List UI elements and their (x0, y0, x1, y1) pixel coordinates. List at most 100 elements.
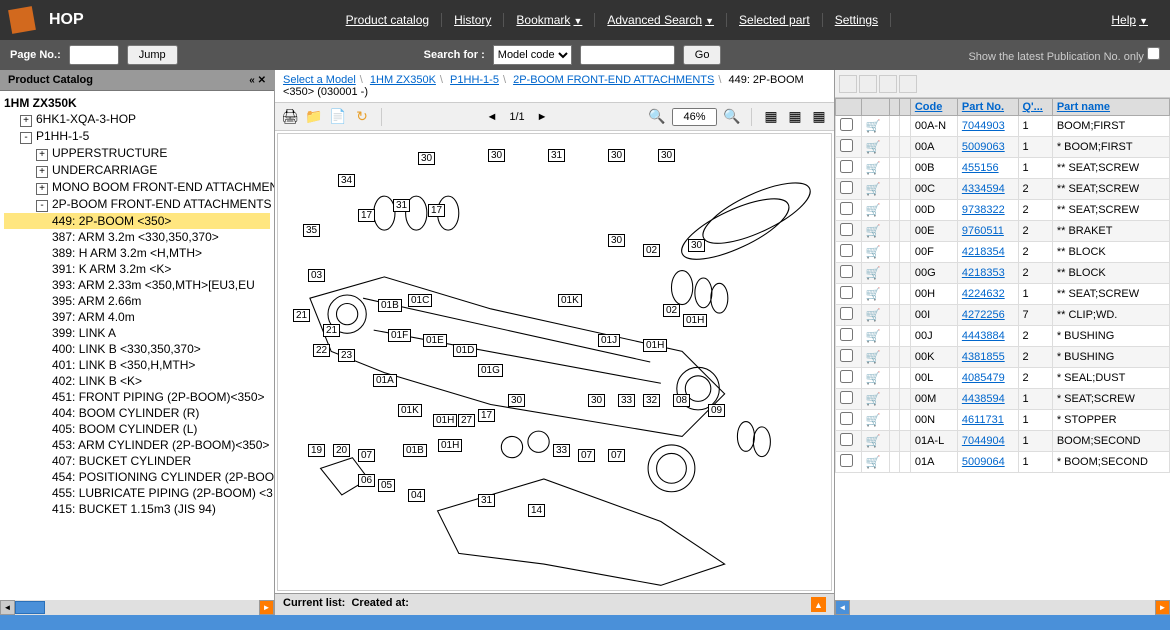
publication-filter-checkbox[interactable] (1147, 47, 1160, 60)
cart-icon[interactable]: 🛒 (866, 161, 881, 175)
row-checkbox[interactable] (840, 139, 853, 152)
view-icon-2[interactable]: ▦ (786, 108, 804, 126)
diagram-callout[interactable]: 27 (458, 414, 475, 427)
tree-toggle-icon[interactable]: + (36, 166, 48, 178)
cart-icon[interactable]: 🛒 (866, 392, 881, 406)
row-checkbox[interactable] (840, 391, 853, 404)
scroll-right-icon[interactable]: ► (1155, 600, 1170, 615)
diagram-callout[interactable]: 07 (578, 449, 595, 462)
cart-icon[interactable]: 🛒 (866, 182, 881, 196)
diagram-callout[interactable]: 31 (478, 494, 495, 507)
diagram-callout[interactable]: 17 (358, 209, 375, 222)
tree-node[interactable]: 407: BUCKET CYLINDER (4, 453, 270, 469)
row-checkbox[interactable] (840, 349, 853, 362)
part-no-link[interactable]: 4218354 (962, 246, 1005, 258)
row-checkbox[interactable] (840, 244, 853, 257)
diagram-callout[interactable]: 30 (688, 239, 705, 252)
tool-icon-4[interactable] (899, 75, 917, 93)
bc-group[interactable]: 2P-BOOM FRONT-END ATTACHMENTS (513, 74, 714, 86)
part-no-link[interactable]: 4443884 (962, 330, 1005, 342)
copy-icon[interactable]: 📄 (329, 108, 347, 126)
row-checkbox[interactable] (840, 412, 853, 425)
part-no-link[interactable]: 4611731 (962, 414, 1004, 426)
diagram-callout[interactable]: 07 (358, 449, 375, 462)
tool-icon-2[interactable] (859, 75, 877, 93)
print-icon[interactable]: 🖨 (281, 108, 299, 126)
cart-icon[interactable]: 🛒 (866, 224, 881, 238)
col-header[interactable]: Part No. (957, 99, 1018, 116)
cart-icon[interactable]: 🛒 (866, 350, 881, 364)
tree-root[interactable]: 1HM ZX350K (4, 95, 270, 111)
table-row[interactable]: 🛒00A50090631* BOOM;FIRST (836, 137, 1170, 158)
tree-node[interactable]: -2P-BOOM FRONT-END ATTACHMENTS (4, 196, 270, 213)
table-row[interactable]: 🛒01A-L70449041BOOM;SECOND (836, 431, 1170, 452)
bc-model[interactable]: 1HM ZX350K (370, 74, 436, 86)
row-checkbox[interactable] (840, 118, 853, 131)
nav-bookmark[interactable]: Bookmark▼ (504, 13, 595, 27)
diagram-callout[interactable]: 21 (293, 309, 310, 322)
part-no-link[interactable]: 4085479 (962, 372, 1005, 384)
tree-node[interactable]: 453: ARM CYLINDER (2P-BOOM)<350> (4, 437, 270, 453)
row-checkbox[interactable] (840, 454, 853, 467)
row-checkbox[interactable] (840, 328, 853, 341)
table-row[interactable]: 🛒00F42183542** BLOCK (836, 242, 1170, 263)
tree-node[interactable]: 395: ARM 2.66m (4, 293, 270, 309)
part-no-link[interactable]: 4218353 (962, 267, 1005, 279)
row-checkbox[interactable] (840, 223, 853, 236)
diagram-callout[interactable]: 30 (488, 149, 505, 162)
tree-node[interactable]: 449: 2P-BOOM <350> (4, 213, 270, 229)
diagram-callout[interactable]: 08 (673, 394, 690, 407)
table-row[interactable]: 🛒00G42183532** BLOCK (836, 263, 1170, 284)
zoom-input[interactable] (672, 108, 717, 126)
col-header[interactable]: Code (910, 99, 957, 116)
tree-node[interactable]: -P1HH-1-5 (4, 128, 270, 145)
table-row[interactable]: 🛒01A50090641* BOOM;SECOND (836, 452, 1170, 473)
diagram-callout[interactable]: 31 (548, 149, 565, 162)
row-checkbox[interactable] (840, 370, 853, 383)
diagram-callout[interactable]: 06 (358, 474, 375, 487)
diagram-callout[interactable]: 32 (643, 394, 660, 407)
view-icon-1[interactable]: ▦ (762, 108, 780, 126)
tree-node[interactable]: 451: FRONT PIPING (2P-BOOM)<350> (4, 389, 270, 405)
diagram-callout[interactable]: 01D (453, 344, 477, 357)
part-no-link[interactable]: 9760511 (962, 225, 1004, 237)
scroll-left-icon[interactable]: ◄ (835, 600, 850, 615)
diagram-callout[interactable]: 19 (308, 444, 325, 457)
diagram-callout[interactable]: 30 (608, 149, 625, 162)
nav-product-catalog[interactable]: Product catalog (334, 13, 442, 27)
part-no-link[interactable]: 5009063 (962, 141, 1005, 153)
diagram-callout[interactable]: 23 (338, 349, 355, 362)
tree-node[interactable]: 391: K ARM 3.2m <K> (4, 261, 270, 277)
col-header[interactable]: Part name (1052, 99, 1169, 116)
diagram-callout[interactable]: 33 (618, 394, 635, 407)
scroll-right-icon[interactable]: ► (259, 600, 274, 615)
scroll-thumb[interactable] (15, 601, 45, 614)
diagram-callout[interactable]: 03 (308, 269, 325, 282)
col-header[interactable]: Q'... (1018, 99, 1052, 116)
cart-icon[interactable]: 🛒 (866, 413, 881, 427)
diagram-callout[interactable]: 01B (403, 444, 427, 457)
diagram-callout[interactable]: 01A (373, 374, 397, 387)
diagram-callout[interactable]: 07 (608, 449, 625, 462)
tree-node[interactable]: 393: ARM 2.33m <350,MTH>[EU3,EU (4, 277, 270, 293)
folder-icon[interactable]: 📁 (305, 108, 323, 126)
diagram-callout[interactable]: 21 (323, 324, 340, 337)
part-no-link[interactable]: 4272256 (962, 309, 1005, 321)
row-checkbox[interactable] (840, 160, 853, 173)
diagram-callout[interactable]: 34 (338, 174, 355, 187)
cart-icon[interactable]: 🛒 (866, 245, 881, 259)
tree-node[interactable]: +UNDERCARRIAGE (4, 162, 270, 179)
diagram-callout[interactable]: 01J (598, 334, 620, 347)
tree-node[interactable]: 405: BOOM CYLINDER (L) (4, 421, 270, 437)
jump-button[interactable]: Jump (127, 45, 178, 65)
diagram-callout[interactable]: 01K (558, 294, 582, 307)
diagram-callout[interactable]: 30 (508, 394, 525, 407)
table-row[interactable]: 🛒00I42722567** CLIP;WD. (836, 305, 1170, 326)
part-no-link[interactable]: 7044904 (962, 435, 1005, 447)
part-no-link[interactable]: 5009064 (962, 456, 1005, 468)
diagram-callout[interactable]: 22 (313, 344, 330, 357)
diagram-callout[interactable]: 14 (528, 504, 545, 517)
table-row[interactable]: 🛒00D97383222** SEAT;SCREW (836, 200, 1170, 221)
table-row[interactable]: 🛒00L40854792* SEAL;DUST (836, 368, 1170, 389)
tree-node[interactable]: 387: ARM 3.2m <330,350,370> (4, 229, 270, 245)
